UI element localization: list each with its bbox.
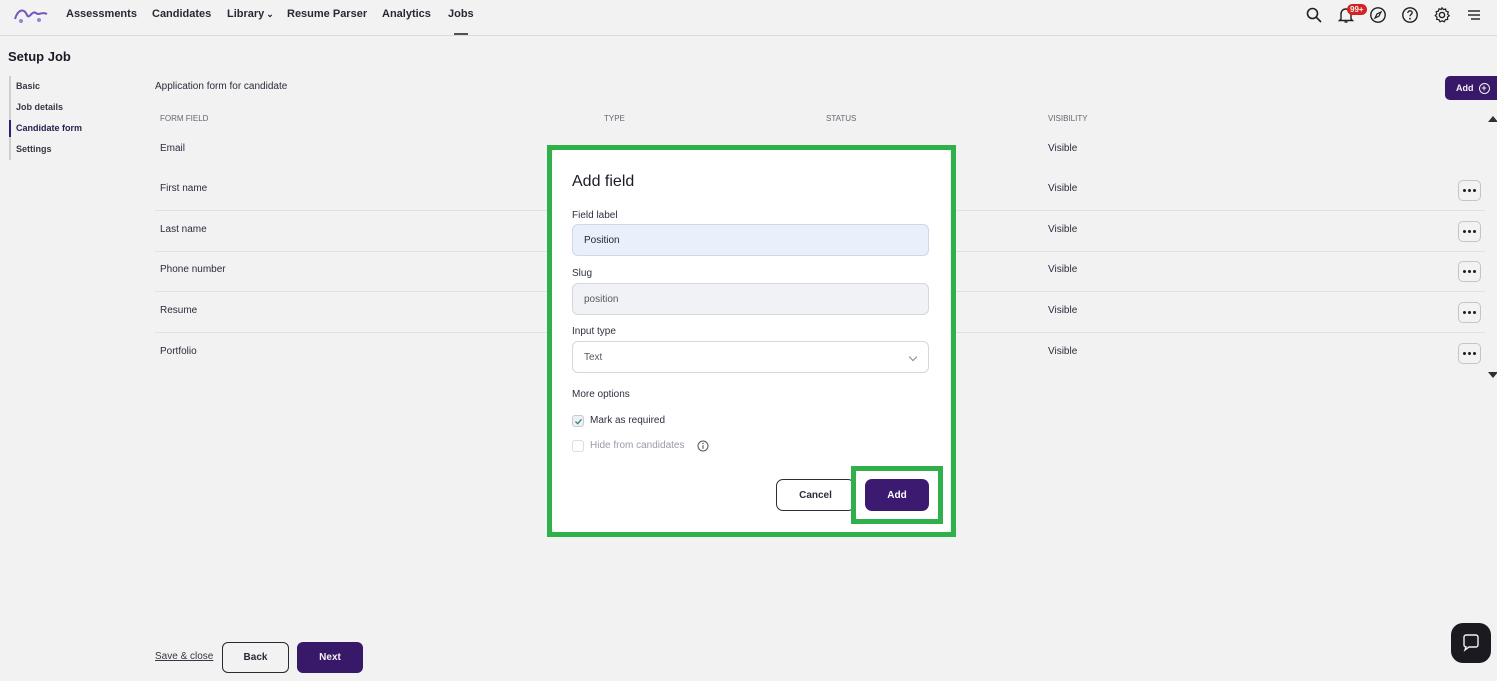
input-type-label: Input type: [572, 326, 616, 337]
input-type-value: Text: [584, 351, 603, 363]
slug-label: Slug: [572, 268, 593, 279]
input-type-select[interactable]: Text: [572, 341, 929, 373]
checkmark-icon: [574, 418, 582, 425]
more-options-label: More options: [572, 389, 630, 400]
mark-required-checkbox[interactable]: [572, 415, 584, 427]
hide-from-candidates-checkbox[interactable]: [572, 440, 584, 452]
chevron-down-icon: [908, 352, 918, 362]
field-label-input[interactable]: Position: [572, 224, 929, 256]
mark-required-label: Mark as required: [590, 415, 666, 426]
info-icon[interactable]: [697, 440, 709, 452]
modal-title: Add field: [572, 173, 635, 190]
field-label-label: Field label: [572, 210, 618, 221]
cancel-button[interactable]: Cancel: [776, 479, 855, 511]
hide-from-candidates-label: Hide from candidates: [590, 440, 685, 451]
add-button-highlight-frame: [851, 466, 943, 524]
slug-input[interactable]: position: [572, 283, 929, 315]
